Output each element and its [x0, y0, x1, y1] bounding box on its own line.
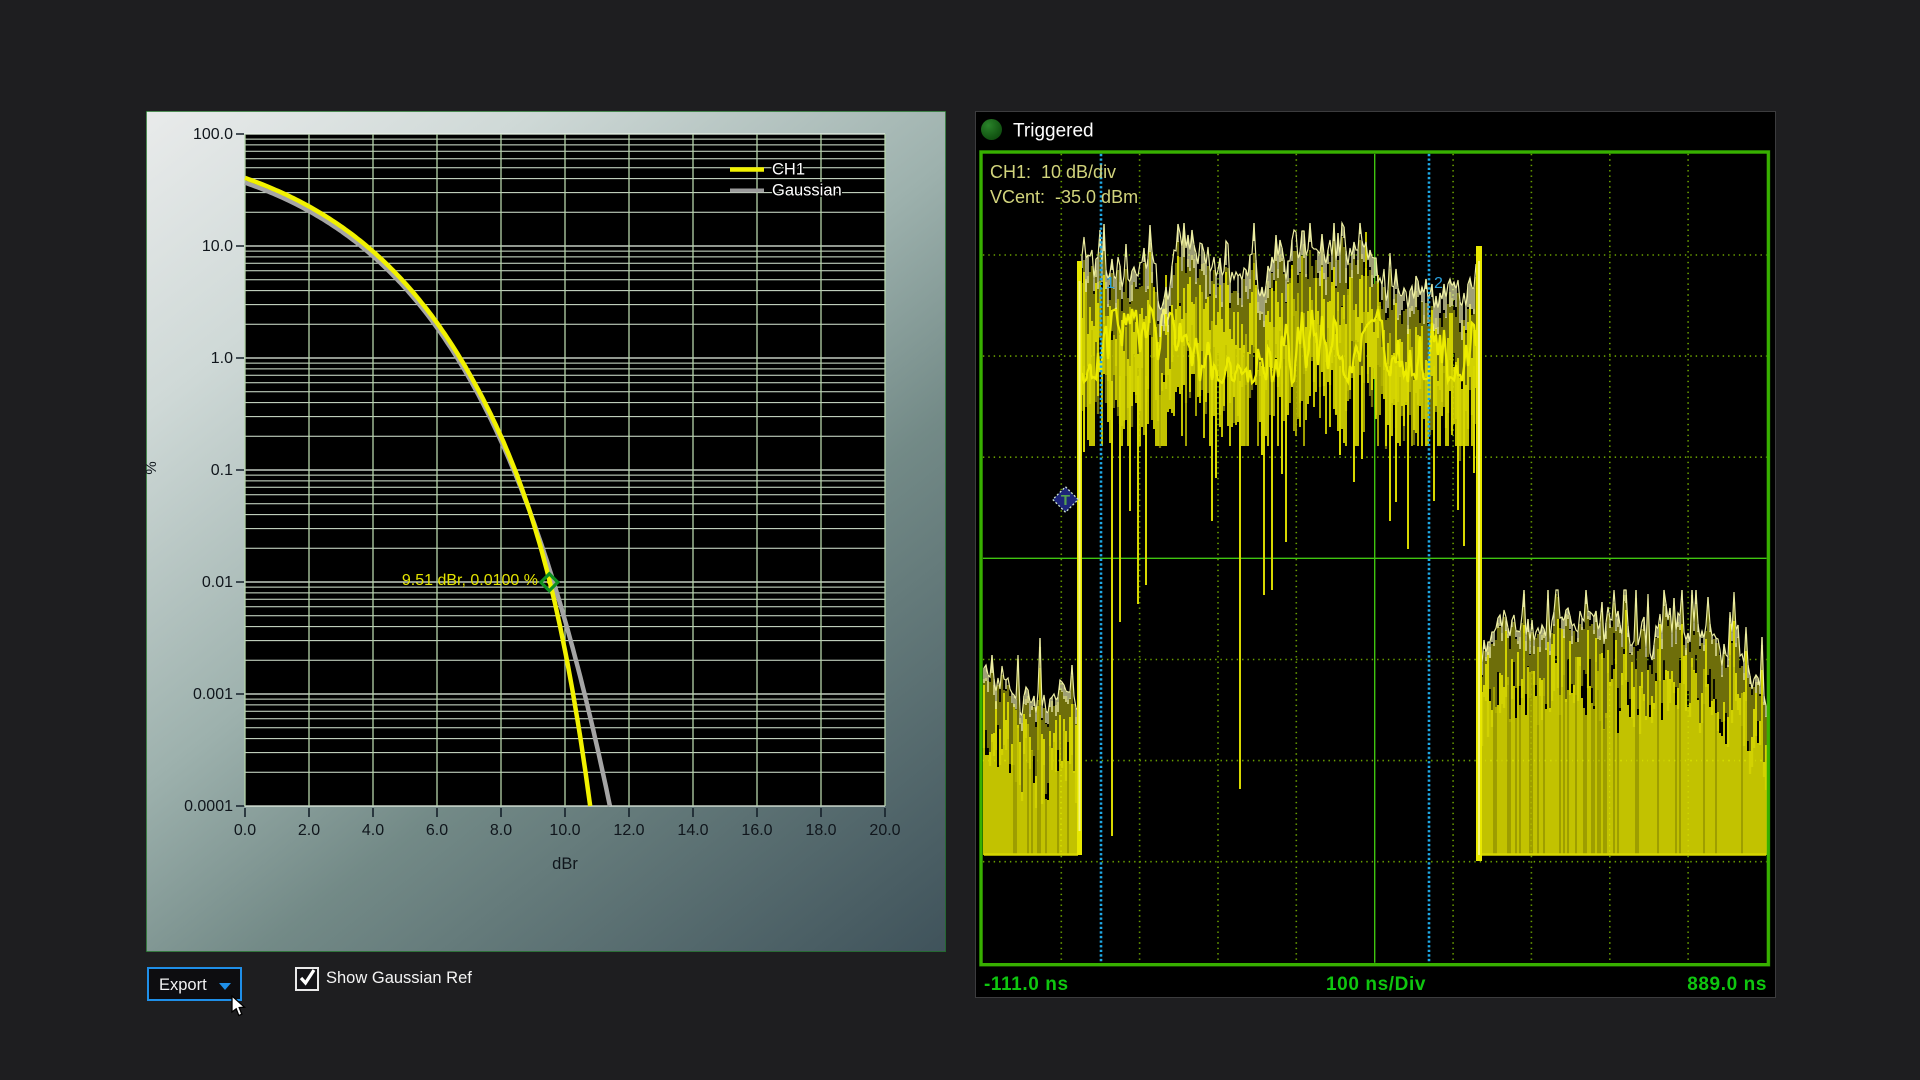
svg-text:T: T: [1061, 492, 1070, 509]
svg-text:4.0: 4.0: [362, 822, 384, 839]
svg-text:0.1: 0.1: [211, 462, 233, 479]
svg-text:2.0: 2.0: [298, 822, 320, 839]
svg-text:18.0: 18.0: [805, 822, 836, 839]
svg-text:16.0: 16.0: [741, 822, 772, 839]
svg-text:100 ns/Div: 100 ns/Div: [1326, 974, 1426, 995]
svg-text:1: 1: [1106, 275, 1115, 292]
svg-text:CH1: CH1: [772, 161, 805, 179]
svg-text:VCent: -35.0 dBm: VCent: -35.0 dBm: [990, 187, 1138, 207]
svg-text:14.0: 14.0: [677, 822, 708, 839]
svg-text:100.0: 100.0: [193, 126, 233, 143]
svg-text:12.0: 12.0: [613, 822, 644, 839]
svg-text:2: 2: [1434, 275, 1443, 292]
svg-text:1.0: 1.0: [211, 350, 233, 367]
svg-text:%: %: [146, 461, 160, 474]
svg-text:10.0: 10.0: [202, 238, 233, 255]
svg-text:0.0: 0.0: [234, 822, 256, 839]
svg-text:10.0: 10.0: [549, 822, 580, 839]
svg-text:8.0: 8.0: [490, 822, 512, 839]
svg-text:6.0: 6.0: [426, 822, 448, 839]
svg-text:0.001: 0.001: [193, 686, 233, 703]
svg-text:Triggered: Triggered: [1013, 121, 1094, 142]
svg-text:0.01: 0.01: [202, 574, 233, 591]
svg-text:889.0 ns: 889.0 ns: [1687, 974, 1767, 995]
svg-text:9.51 dBr, 0.0100 %: 9.51 dBr, 0.0100 %: [402, 572, 538, 589]
svg-text:Gaussian: Gaussian: [772, 182, 842, 200]
svg-text:dBr: dBr: [552, 855, 578, 873]
svg-text:20.0: 20.0: [869, 822, 900, 839]
svg-text:-111.0 ns: -111.0 ns: [984, 974, 1069, 995]
svg-text:CH1: 10 dB/div: CH1: 10 dB/div: [990, 162, 1116, 182]
svg-text:0.0001: 0.0001: [184, 798, 233, 815]
